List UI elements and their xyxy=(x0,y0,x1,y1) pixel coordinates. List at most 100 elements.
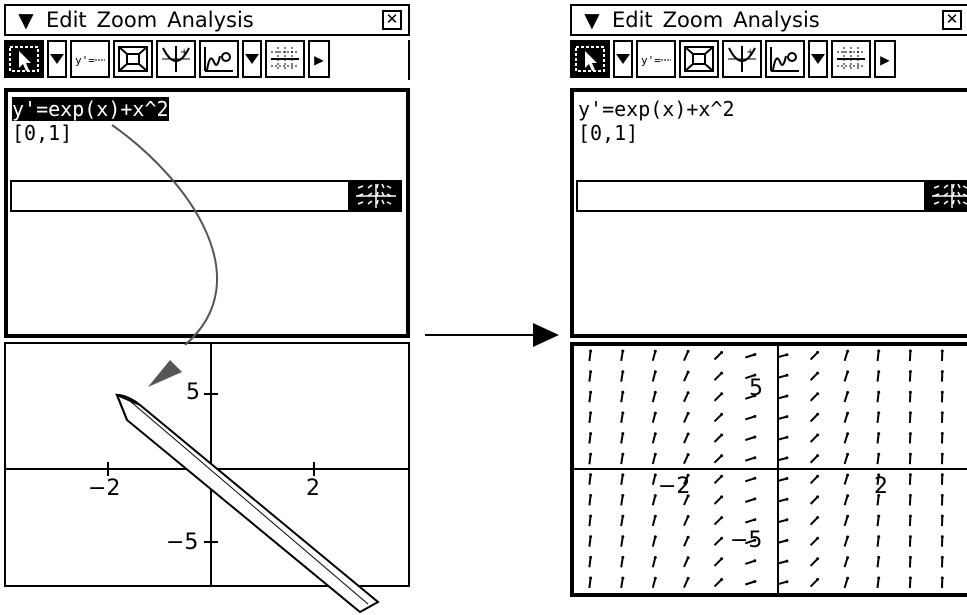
slope-mark-tip xyxy=(877,555,881,559)
slope-mark-tip xyxy=(720,454,724,458)
sketch-tool-button[interactable] xyxy=(199,40,239,78)
grid-icon xyxy=(271,47,299,71)
slope-mark-tip xyxy=(940,555,944,559)
slope-mark xyxy=(620,433,624,444)
sketch-dropdown[interactable] xyxy=(808,40,828,78)
slope-mark-tip xyxy=(686,515,690,518)
slope-mark xyxy=(713,434,723,443)
chevron-down-icon xyxy=(50,54,64,64)
slope-mark xyxy=(588,412,592,424)
slope-mark-tip xyxy=(753,580,757,583)
selected-equation[interactable]: y'=exp(x)+x^2 xyxy=(12,97,169,121)
zoom-box-button[interactable] xyxy=(679,40,719,78)
slope-mark-tip xyxy=(785,559,789,563)
graph-window[interactable]: 5 −5 −2 2 xyxy=(4,342,410,587)
slope-mark-tip xyxy=(653,411,657,415)
menu-zoom[interactable]: Zoom xyxy=(663,8,724,32)
pointer-dropdown[interactable] xyxy=(613,40,633,78)
slope-mark-tip xyxy=(877,452,881,456)
menu-analysis[interactable]: Analysis xyxy=(733,8,820,32)
equation-tool-button[interactable]: y'= xyxy=(70,40,110,78)
chevron-down-icon xyxy=(245,54,259,64)
entry-field[interactable] xyxy=(10,180,350,212)
slope-mark-tip xyxy=(816,474,820,478)
y-tick-label: 5 xyxy=(186,380,200,405)
slope-mark xyxy=(908,516,912,527)
menu-zoom[interactable]: Zoom xyxy=(97,8,158,32)
slope-mark-tip xyxy=(589,370,593,374)
slope-mark-tip xyxy=(653,535,657,539)
trace-tool-button[interactable]: + xyxy=(156,40,196,78)
sketch-dropdown[interactable] xyxy=(242,40,262,78)
slope-mark-tip xyxy=(940,494,944,497)
slope-mark xyxy=(651,557,657,568)
slope-mark-tip xyxy=(877,370,881,374)
sketch-tool-button[interactable] xyxy=(765,40,805,78)
grid-tool-button[interactable] xyxy=(265,40,305,78)
pointer-tool-button[interactable] xyxy=(570,40,610,78)
slope-mark-tip xyxy=(816,495,820,499)
grid-tool-button[interactable] xyxy=(831,40,871,78)
slope-mark-tip xyxy=(846,535,850,539)
pointer-dropdown[interactable] xyxy=(47,40,67,78)
slope-mark xyxy=(620,454,624,465)
equation-editor[interactable]: y'=exp(x)+x^2 [0,1] xyxy=(570,88,967,338)
interval-line[interactable]: [0,1] xyxy=(578,122,638,144)
slope-mark-tip xyxy=(940,514,944,518)
entry-row xyxy=(10,180,402,212)
slope-field-icon[interactable] xyxy=(926,180,967,212)
slope-mark-tip xyxy=(589,576,593,580)
slope-mark-tip xyxy=(720,433,724,437)
slope-mark-tip xyxy=(720,371,724,375)
equation-tool-button[interactable]: y'= xyxy=(636,40,676,78)
slope-mark-tip xyxy=(621,576,625,580)
slope-mark xyxy=(620,557,624,568)
zoom-box-button[interactable] xyxy=(113,40,153,78)
toolbar-scroll-right-icon[interactable]: ▶ xyxy=(874,40,896,78)
svg-text:y'=: y'= xyxy=(75,54,95,67)
curve-icon xyxy=(770,47,799,72)
trace-tool-button[interactable]: + xyxy=(722,40,762,78)
slope-mark-tip xyxy=(877,411,881,415)
slope-mark-tip xyxy=(816,412,820,416)
slope-mark-tip xyxy=(621,555,625,559)
slope-field-graph[interactable]: 5 −5 −2 2 xyxy=(570,342,967,597)
slope-mark-tip xyxy=(621,432,625,436)
slope-mark-tip xyxy=(589,452,593,456)
slope-mark-tip xyxy=(816,392,820,396)
chevron-down-icon[interactable]: ▼ xyxy=(572,8,612,32)
equation-line[interactable]: y'=exp(x)+x^2 xyxy=(578,98,735,120)
toolbar-scroll-right-icon[interactable]: ▶ xyxy=(308,40,330,78)
slope-mark xyxy=(651,392,657,403)
slope-field-icon[interactable] xyxy=(350,180,402,212)
equation-editor[interactable]: y'=exp(x)+x^2 [0,1] xyxy=(4,88,410,338)
slope-mark-tip xyxy=(785,456,789,460)
entry-row xyxy=(576,180,967,212)
pointer-tool-button[interactable] xyxy=(4,40,44,78)
slope-mark-tip xyxy=(846,556,850,560)
slope-mark xyxy=(908,454,912,465)
slope-mark-tip xyxy=(908,390,912,394)
slope-mark-tip xyxy=(816,577,820,581)
equation-line[interactable]: y'=exp(x)+x^2 xyxy=(12,97,169,121)
svg-text:+: + xyxy=(746,47,754,58)
slope-mark-tip xyxy=(846,576,850,580)
slope-mark-tip xyxy=(720,351,724,354)
menu-edit[interactable]: Edit xyxy=(46,8,87,32)
slope-mark-tip xyxy=(686,453,690,457)
slope-mark-tip xyxy=(589,390,593,394)
chevron-down-icon[interactable]: ▼ xyxy=(6,8,46,32)
slope-mark-tip xyxy=(589,473,593,477)
entry-field[interactable] xyxy=(576,180,926,212)
slope-mark-tip xyxy=(753,414,757,418)
slope-mark-tip xyxy=(940,370,944,374)
interval-line[interactable]: [0,1] xyxy=(12,122,72,144)
slope-mark-tip xyxy=(753,456,757,460)
close-icon[interactable]: ✕ xyxy=(382,10,402,30)
menu-analysis[interactable]: Analysis xyxy=(167,8,254,32)
slope-mark-tip xyxy=(846,494,850,498)
slope-mark xyxy=(908,392,912,403)
slope-mark xyxy=(809,454,819,464)
close-icon[interactable]: ✕ xyxy=(942,10,962,30)
menu-edit[interactable]: Edit xyxy=(612,8,653,32)
